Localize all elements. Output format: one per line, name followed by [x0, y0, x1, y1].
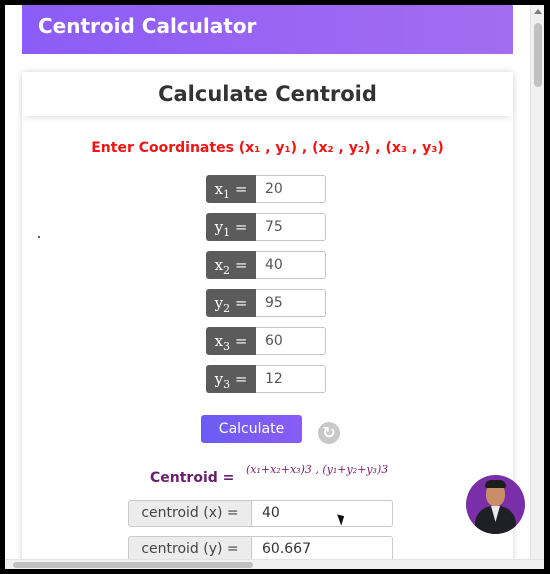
centroid-x-label: centroid (x) = — [128, 500, 252, 527]
y2-input[interactable]: 95 — [256, 289, 326, 317]
centroid-formula: (x₁+x₂+x₃)3 , (y₁+y₂+y₃)3 — [246, 463, 389, 476]
input-row-x1: x1 = 20 — [206, 175, 326, 203]
equals-sign: = — [234, 256, 248, 274]
var-name: x — [214, 180, 224, 198]
coordinates-instruction: Enter Coordinates (x₁ , y₁) , (x₂ , y₂) … — [91, 140, 444, 156]
var-subscript: 1 — [223, 226, 231, 239]
site-header: Centroid Calculator — [22, 5, 513, 54]
chat-avatar[interactable] — [466, 475, 525, 534]
var-subscript: 3 — [223, 378, 231, 391]
x1-input[interactable]: 20 — [256, 175, 326, 203]
x2-input[interactable]: 40 — [256, 251, 326, 279]
var-name: x — [214, 256, 224, 274]
input-label-y1: y1 = — [206, 213, 256, 241]
var-subscript: 2 — [223, 264, 231, 277]
var-name: y — [214, 294, 224, 312]
input-row-y1: y1 = 75 — [206, 213, 326, 241]
card-header: Calculate Centroid — [22, 72, 513, 116]
y3-input[interactable]: 12 — [256, 365, 326, 393]
horizontal-scrollbar[interactable] — [5, 559, 544, 569]
equals-sign: = — [234, 370, 248, 388]
calculate-button[interactable]: Calculate — [201, 415, 302, 443]
calculator-card: Calculate Centroid Enter Coordinates (x₁… — [22, 72, 513, 569]
card-title: Calculate Centroid — [158, 82, 377, 106]
horizontal-scroll-thumb[interactable] — [13, 562, 253, 568]
var-name: y — [214, 218, 224, 236]
stray-dot — [38, 236, 40, 238]
site-title[interactable]: Centroid Calculator — [38, 14, 256, 38]
avatar-hair — [485, 480, 506, 488]
var-subscript: 2 — [223, 302, 231, 315]
input-label-y3: y3 = — [206, 365, 256, 393]
centroid-word: Centroid — [150, 470, 218, 486]
var-subscript: 3 — [223, 340, 231, 353]
input-row-x2: x2 = 40 — [206, 251, 326, 279]
input-label-x3: x3 = — [206, 327, 256, 355]
equals-sign: = — [234, 332, 248, 350]
input-row-y3: y3 = 12 — [206, 365, 326, 393]
var-name: x — [214, 332, 224, 350]
input-label-y2: y2 = — [206, 289, 256, 317]
input-label-x2: x2 = — [206, 251, 256, 279]
x3-input[interactable]: 60 — [256, 327, 326, 355]
browser-viewport: Centroid Calculator Calculate Centroid E… — [5, 5, 544, 569]
var-subscript: 1 — [223, 188, 231, 201]
equals-sign: = — [234, 180, 248, 198]
var-name: y — [214, 370, 224, 388]
input-label-x1: x1 = — [206, 175, 256, 203]
input-row-y2: y2 = 95 — [206, 289, 326, 317]
vertical-scrollbar[interactable] — [530, 5, 544, 561]
centroid-equals: = — [222, 470, 235, 486]
input-row-x3: x3 = 60 — [206, 327, 326, 355]
equals-sign: = — [234, 218, 248, 236]
output-row-x: centroid (x) = 40 — [128, 500, 393, 527]
y1-input[interactable]: 75 — [256, 213, 326, 241]
equals-sign: = — [234, 294, 248, 312]
refresh-icon[interactable]: ↻ — [318, 422, 340, 444]
vertical-scroll-thumb[interactable] — [534, 23, 542, 87]
centroid-label: Centroid = — [150, 470, 234, 486]
centroid-x-output[interactable]: 40 — [252, 500, 393, 527]
scroll-up-arrow-icon[interactable] — [534, 9, 542, 14]
